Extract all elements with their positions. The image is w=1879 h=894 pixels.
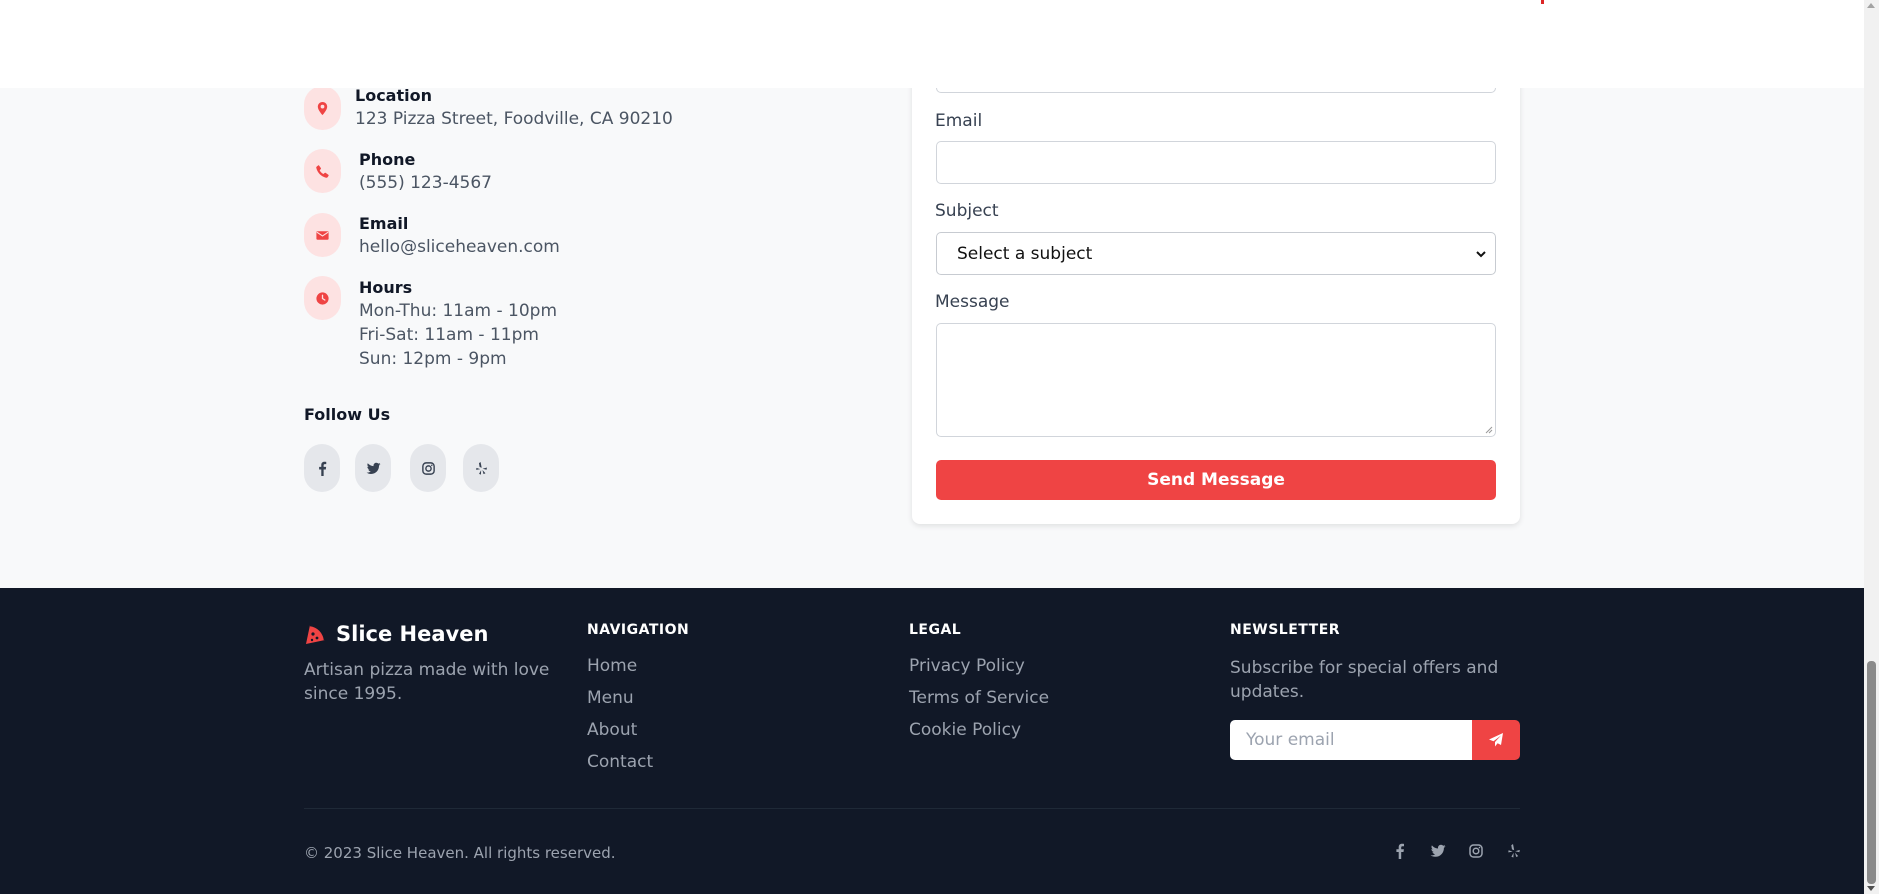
email-address: hello@sliceheaven.com xyxy=(359,237,560,257)
footer-link-terms[interactable]: Terms of Service xyxy=(909,688,1049,708)
twitter-button[interactable] xyxy=(355,444,391,492)
hours-fri-sat: Fri-Sat: 11am - 11pm xyxy=(359,325,539,345)
footer-link-cookies[interactable]: Cookie Policy xyxy=(909,720,1021,740)
subject-selected-value: Select a subject xyxy=(957,243,1093,264)
envelope-icon xyxy=(304,213,341,257)
subject-select[interactable]: Select a subject xyxy=(936,232,1496,275)
email-title: Email xyxy=(359,214,409,233)
pizza-slice-icon xyxy=(306,623,327,644)
facebook-icon xyxy=(1396,843,1404,859)
phone-icon xyxy=(304,149,341,193)
hours-mon-thu: Mon-Thu: 11am - 10pm xyxy=(359,301,558,321)
header-accent-mark xyxy=(1541,0,1544,4)
yelp-icon xyxy=(1508,844,1520,858)
subject-label: Subject xyxy=(935,201,999,221)
scroll-down-arrow-icon[interactable] xyxy=(1867,886,1875,891)
instagram-icon xyxy=(421,461,435,475)
yelp-button[interactable] xyxy=(463,444,499,492)
legal-title: LEGAL xyxy=(909,622,962,638)
footer-instagram-link[interactable] xyxy=(1468,843,1484,859)
navigation-title: NAVIGATION xyxy=(587,622,690,638)
send-message-button[interactable]: Send Message xyxy=(936,460,1496,500)
follow-us-title: Follow Us xyxy=(304,405,391,424)
scrollbar-thumb[interactable] xyxy=(1867,661,1876,884)
footer-link-about[interactable]: About xyxy=(587,720,637,740)
email-field[interactable] xyxy=(936,141,1496,184)
newsletter-submit-button[interactable] xyxy=(1472,720,1520,760)
scroll-up-arrow-icon[interactable] xyxy=(1867,3,1875,8)
facebook-icon xyxy=(318,461,326,476)
brand-name: Slice Heaven xyxy=(336,622,489,646)
twitter-icon xyxy=(366,462,381,474)
chevron-down-icon xyxy=(1476,251,1486,258)
phone-title: Phone xyxy=(359,150,416,169)
location-text: 123 Pizza Street, Foodville, CA 90210 xyxy=(355,109,673,129)
location-title: Location xyxy=(355,86,432,105)
message-field[interactable] xyxy=(936,323,1496,437)
yelp-icon xyxy=(475,461,487,475)
message-label: Message xyxy=(935,292,1010,312)
footer-divider xyxy=(304,808,1520,809)
hours-title: Hours xyxy=(359,278,413,297)
phone-number: (555) 123-4567 xyxy=(359,173,492,193)
clock-icon xyxy=(304,276,341,320)
copyright-text: © 2023 Slice Heaven. All rights reserved… xyxy=(304,844,616,862)
facebook-button[interactable] xyxy=(304,444,340,492)
footer-link-home[interactable]: Home xyxy=(587,656,637,676)
resize-handle-icon[interactable] xyxy=(1485,426,1493,434)
instagram-button[interactable] xyxy=(410,444,446,492)
email-label: Email xyxy=(935,111,983,131)
brand-description: Artisan pizza made with love since 1995. xyxy=(304,660,550,704)
newsletter-title: NEWSLETTER xyxy=(1230,622,1341,638)
hours-sun: Sun: 12pm - 9pm xyxy=(359,349,507,369)
site-header xyxy=(0,0,1864,88)
map-pin-icon xyxy=(304,86,341,130)
footer-link-menu[interactable]: Menu xyxy=(587,688,634,708)
paper-plane-icon xyxy=(1489,733,1503,747)
instagram-icon xyxy=(1469,844,1483,858)
footer-link-contact[interactable]: Contact xyxy=(587,752,653,772)
footer-brand[interactable]: Slice Heaven xyxy=(304,622,488,646)
footer-facebook-link[interactable] xyxy=(1392,843,1408,859)
footer-twitter-link[interactable] xyxy=(1430,843,1446,859)
newsletter-email-input[interactable]: Your email xyxy=(1230,720,1473,760)
footer-link-privacy[interactable]: Privacy Policy xyxy=(909,656,1025,676)
twitter-icon xyxy=(1430,844,1446,857)
footer-yelp-link[interactable] xyxy=(1506,843,1522,859)
newsletter-description: Subscribe for special offers and updates… xyxy=(1230,658,1499,702)
